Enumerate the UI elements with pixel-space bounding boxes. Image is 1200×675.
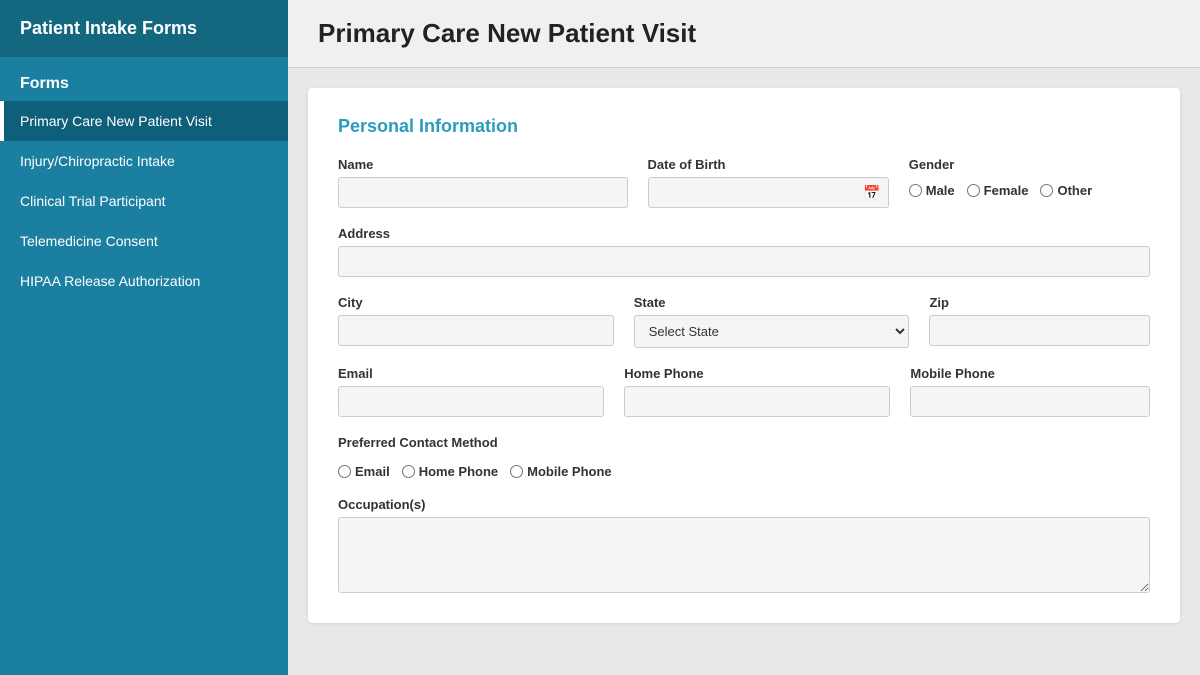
- page-title: Primary Care New Patient Visit: [318, 18, 696, 48]
- address-input[interactable]: [338, 246, 1150, 277]
- form-container: Personal Information Name Date of Birth …: [308, 88, 1180, 623]
- sidebar-forms-label: Forms: [0, 57, 288, 101]
- mobilephone-label: Mobile Phone: [910, 366, 1150, 381]
- state-group: State Select State Alabama Alaska Arizon…: [634, 295, 910, 348]
- address-label: Address: [338, 226, 1150, 241]
- gender-female-radio[interactable]: [967, 184, 980, 197]
- city-state-zip-row: City State Select State Alabama Alaska A…: [338, 295, 1150, 348]
- gender-other-radio[interactable]: [1040, 184, 1053, 197]
- contact-email-option[interactable]: Email: [338, 464, 390, 479]
- contact-email-radio[interactable]: [338, 465, 351, 478]
- state-label: State: [634, 295, 910, 310]
- preferred-contact-section: Preferred Contact Method Email Home Phon…: [338, 435, 1150, 479]
- mobilephone-group: Mobile Phone: [910, 366, 1150, 417]
- zip-group: Zip: [929, 295, 1150, 346]
- contact-homephone-option[interactable]: Home Phone: [402, 464, 498, 479]
- sidebar-item-primary-care[interactable]: Primary Care New Patient Visit: [0, 101, 288, 141]
- address-group: Address: [338, 226, 1150, 277]
- gender-other-option[interactable]: Other: [1040, 183, 1092, 198]
- sidebar-item-injury-chiropractic[interactable]: Injury/Chiropractic Intake: [0, 141, 288, 181]
- gender-label: Gender: [909, 157, 1150, 172]
- address-row: Address: [338, 226, 1150, 277]
- city-label: City: [338, 295, 614, 310]
- zip-input[interactable]: [929, 315, 1150, 346]
- sidebar: Patient Intake Forms Forms Primary Care …: [0, 0, 288, 675]
- name-dob-gender-row: Name Date of Birth 📅 Gender Male: [338, 157, 1150, 208]
- contact-row: Email Home Phone Mobile Phone: [338, 366, 1150, 417]
- email-input[interactable]: [338, 386, 604, 417]
- email-group: Email: [338, 366, 604, 417]
- occupation-label: Occupation(s): [338, 497, 1150, 512]
- sidebar-item-clinical-trial[interactable]: Clinical Trial Participant: [0, 181, 288, 221]
- dob-input[interactable]: [648, 177, 889, 208]
- state-select[interactable]: Select State Alabama Alaska Arizona Cali…: [634, 315, 910, 348]
- gender-radio-group: Male Female Other: [909, 177, 1150, 198]
- mobilephone-input[interactable]: [910, 386, 1150, 417]
- homephone-group: Home Phone: [624, 366, 890, 417]
- contact-mobilephone-radio[interactable]: [510, 465, 523, 478]
- city-group: City: [338, 295, 614, 346]
- gender-group: Gender Male Female Other: [909, 157, 1150, 198]
- main-content: Primary Care New Patient Visit Personal …: [288, 0, 1200, 675]
- preferred-contact-radio-group: Email Home Phone Mobile Phone: [338, 458, 1150, 479]
- zip-label: Zip: [929, 295, 1150, 310]
- sidebar-item-hipaa[interactable]: HIPAA Release Authorization: [0, 261, 288, 301]
- name-group: Name: [338, 157, 628, 208]
- preferred-contact-label: Preferred Contact Method: [338, 435, 1150, 450]
- dob-label: Date of Birth: [648, 157, 889, 172]
- dob-wrapper: 📅: [648, 177, 889, 208]
- name-input[interactable]: [338, 177, 628, 208]
- sidebar-item-telemedicine[interactable]: Telemedicine Consent: [0, 221, 288, 261]
- main-header: Primary Care New Patient Visit: [288, 0, 1200, 68]
- occupation-group: Occupation(s): [338, 497, 1150, 593]
- homephone-label: Home Phone: [624, 366, 890, 381]
- occupation-textarea[interactable]: [338, 517, 1150, 593]
- gender-male-option[interactable]: Male: [909, 183, 955, 198]
- sidebar-header: Patient Intake Forms: [0, 0, 288, 57]
- name-label: Name: [338, 157, 628, 172]
- sidebar-title: Patient Intake Forms: [20, 18, 197, 38]
- city-input[interactable]: [338, 315, 614, 346]
- section-title: Personal Information: [338, 116, 1150, 137]
- gender-male-radio[interactable]: [909, 184, 922, 197]
- email-label: Email: [338, 366, 604, 381]
- contact-homephone-radio[interactable]: [402, 465, 415, 478]
- homephone-input[interactable]: [624, 386, 890, 417]
- contact-mobilephone-option[interactable]: Mobile Phone: [510, 464, 612, 479]
- dob-group: Date of Birth 📅: [648, 157, 889, 208]
- gender-female-option[interactable]: Female: [967, 183, 1029, 198]
